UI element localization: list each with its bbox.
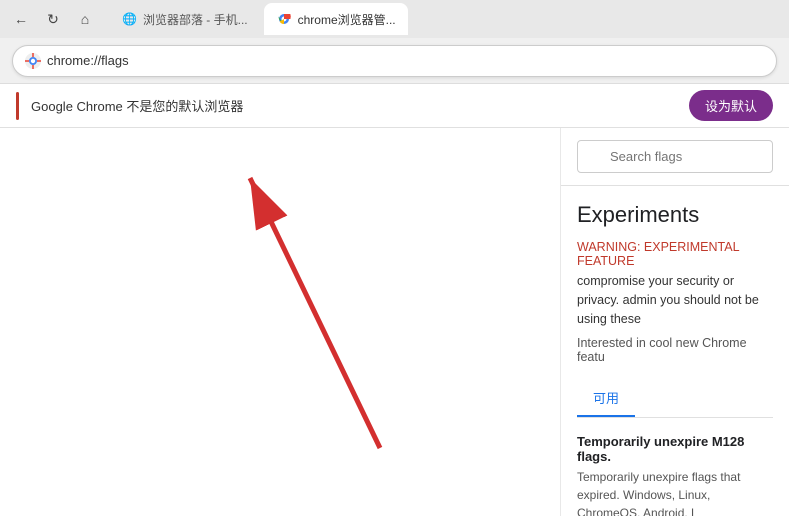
chrome-favicon <box>276 11 292 27</box>
experiments-section: Experiments WARNING: EXPERIMENTAL FEATUR… <box>561 186 789 516</box>
tab-chrome-flags[interactable]: chrome浏览器管... <box>264 3 408 35</box>
notification-bar: Google Chrome 不是您的默认浏览器 设为默认 <box>0 84 789 128</box>
notification-indicator <box>16 92 19 120</box>
tab-browser-label: 浏览器部落 - 手机... <box>143 11 248 28</box>
tabs-row: 可用 <box>577 380 773 418</box>
reload-icon: ↻ <box>47 11 59 28</box>
warning-title: WARNING: EXPERIMENTAL FEATURE <box>577 240 773 268</box>
browser-frame: ← ↻ ⌂ 🌐 浏览器部落 - 手机... c <box>0 0 789 516</box>
nav-buttons: ← ↻ ⌂ <box>8 6 98 32</box>
main-content: 🔍 Experiments WARNING: EXPERIMENTAL FEAT… <box>0 128 789 516</box>
warning-body: compromise your security or privacy. adm… <box>577 272 773 328</box>
tab-browser[interactable]: 🌐 浏览器部落 - 手机... <box>110 3 260 35</box>
search-flags-bar: 🔍 <box>561 128 789 186</box>
url-text: chrome://flags <box>47 53 129 68</box>
flag-item-title: Temporarily unexpire M128 flags. <box>577 434 773 464</box>
left-panel <box>0 128 560 516</box>
tab-browser-favicon: 🌐 <box>122 12 137 26</box>
tab-chrome-flags-label: chrome浏览器管... <box>298 11 396 28</box>
back-icon: ← <box>14 11 28 27</box>
flag-item-desc: Temporarily unexpire flags that expired.… <box>577 468 773 516</box>
flag-item: Temporarily unexpire M128 flags. Tempora… <box>577 418 773 516</box>
reload-button[interactable]: ↻ <box>40 6 66 32</box>
home-button[interactable]: ⌂ <box>72 6 98 32</box>
address-bar[interactable]: chrome://flags <box>12 45 777 77</box>
available-tab[interactable]: 可用 <box>577 380 635 417</box>
interested-text: Interested in cool new Chrome featu <box>577 336 773 364</box>
red-arrow <box>30 128 470 498</box>
experiments-title: Experiments <box>577 202 773 228</box>
notification-text: Google Chrome 不是您的默认浏览器 <box>31 96 677 115</box>
set-default-button[interactable]: 设为默认 <box>689 90 773 121</box>
back-button[interactable]: ← <box>8 6 34 32</box>
chrome-address-icon <box>25 53 41 69</box>
address-bar-row: chrome://flags <box>0 38 789 84</box>
tab-bar: ← ↻ ⌂ 🌐 浏览器部落 - 手机... c <box>0 0 789 38</box>
search-flags-input[interactable] <box>577 140 773 173</box>
right-panel: 🔍 Experiments WARNING: EXPERIMENTAL FEAT… <box>560 128 789 516</box>
search-wrapper: 🔍 <box>577 140 773 173</box>
home-icon: ⌂ <box>81 11 89 27</box>
